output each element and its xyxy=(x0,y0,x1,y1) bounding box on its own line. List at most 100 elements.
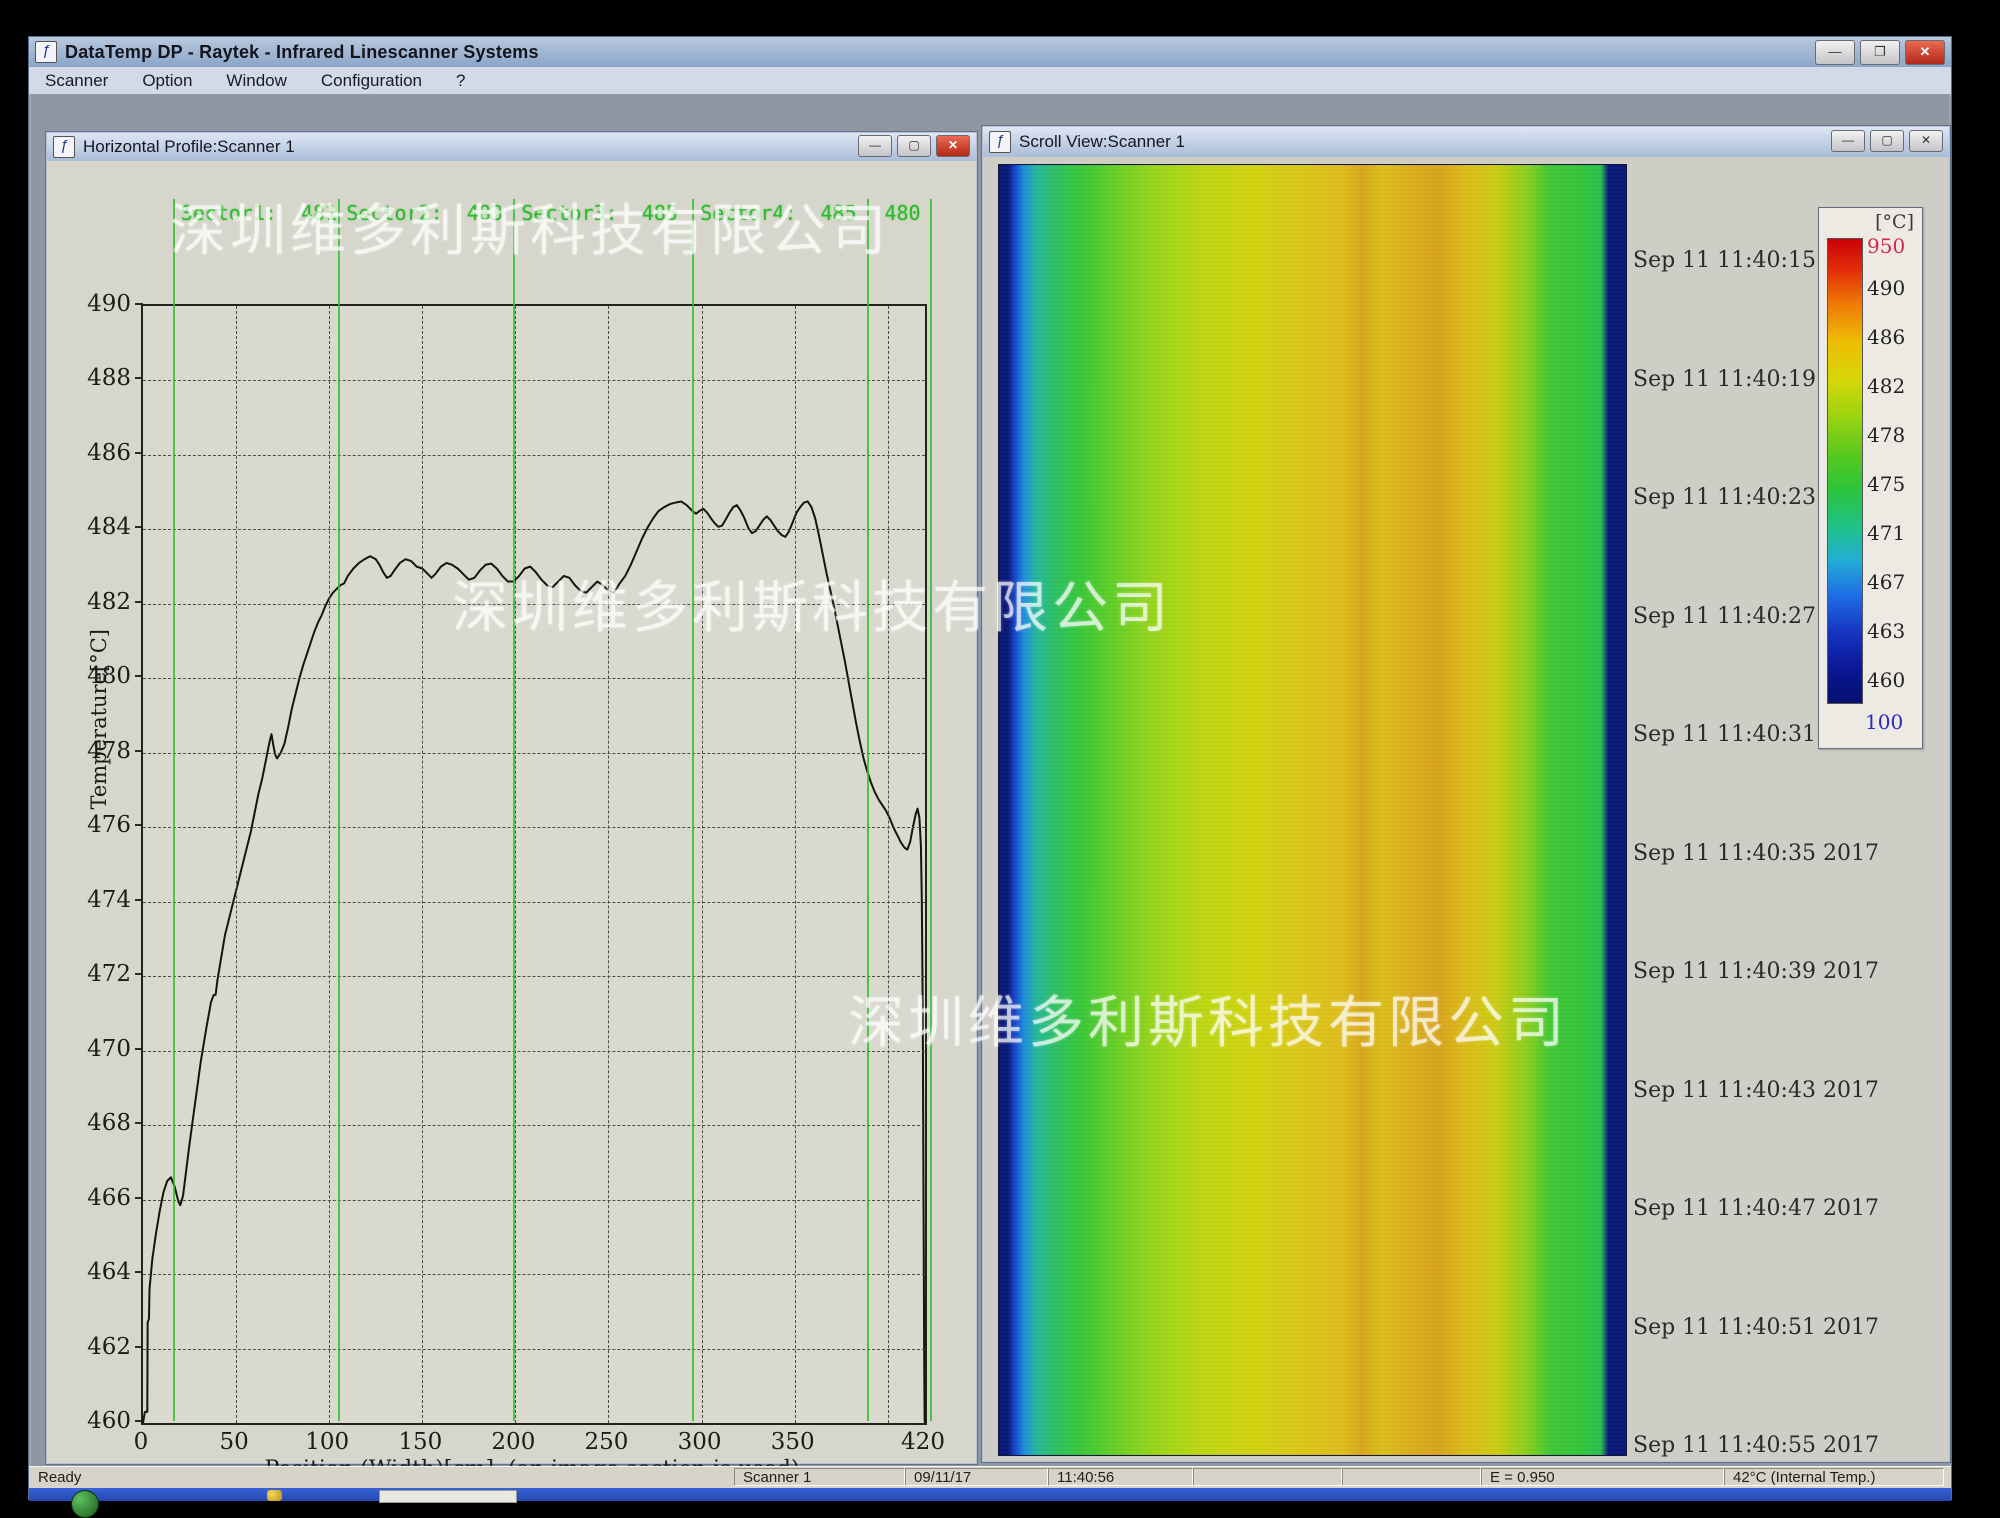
y-tick-label: 466 xyxy=(75,1185,131,1211)
taskbar xyxy=(29,1488,1951,1501)
main-titlebar[interactable]: ƒ DataTemp DP - Raytek - Infrared Linesc… xyxy=(29,37,1951,68)
profile-chart-body: Temperature[°C] 490488486484482480478476… xyxy=(47,161,976,1463)
scale-tick-label: 460 xyxy=(1867,668,1905,692)
minimize-button[interactable]: — xyxy=(858,135,892,157)
color-scale-panel: [°C] 950 490486482478475471467463460 100 xyxy=(1818,207,1923,749)
restore-button[interactable]: ❐ xyxy=(1860,40,1900,65)
horizontal-profile-window: ƒ Horizontal Profile:Scanner 1 — ▢ ✕ Tem… xyxy=(45,131,978,1465)
scale-tick-label: 463 xyxy=(1867,619,1905,643)
menu-item-window[interactable]: Window xyxy=(226,71,286,91)
scroll-titlebar[interactable]: ƒ Scroll View:Scanner 1 — ▢ ✕ xyxy=(983,127,1949,158)
status-empty-2 xyxy=(1342,1468,1481,1486)
menu-item-?[interactable]: ? xyxy=(456,71,465,91)
timestamp-row: Sep 11 11:40:55 2017 xyxy=(1633,1433,1879,1458)
menu-item-scanner[interactable]: Scanner xyxy=(45,71,108,91)
minimize-button[interactable]: — xyxy=(1831,130,1865,152)
scroll-window-icon: ƒ xyxy=(989,131,1011,153)
y-tick-label: 486 xyxy=(75,440,131,466)
sector-label-4: Sector4: 485 xyxy=(700,201,857,225)
close-button[interactable]: ✕ xyxy=(936,135,970,157)
sector-divider-line xyxy=(173,199,175,1421)
timestamp-row: Sep 11 11:40:43 2017 xyxy=(1633,1078,1879,1103)
x-tick-label: 50 xyxy=(219,1429,248,1455)
scale-unit-label: [°C] xyxy=(1875,211,1914,233)
taskbar-item[interactable] xyxy=(379,1490,517,1503)
sector-divider-line xyxy=(867,199,869,1421)
grid-line-horizontal xyxy=(143,455,925,456)
app-icon: ƒ xyxy=(35,41,57,63)
y-tick-label: 468 xyxy=(75,1110,131,1136)
grid-line-vertical xyxy=(515,306,516,1423)
menu-item-option[interactable]: Option xyxy=(142,71,192,91)
sector-label-3: Sector3: 485 xyxy=(521,201,678,225)
grid-line-vertical xyxy=(422,306,423,1423)
grid-line-horizontal xyxy=(143,678,925,679)
grid-line-vertical xyxy=(888,306,889,1423)
status-scanner: Scanner 1 xyxy=(734,1468,905,1486)
scale-tick-label: 482 xyxy=(1867,374,1905,398)
scale-tick-label: 490 xyxy=(1867,276,1905,300)
y-tick-label: 480 xyxy=(75,663,131,689)
grid-line-vertical xyxy=(236,306,237,1423)
grid-line-vertical xyxy=(329,306,330,1423)
y-axis-title: Temperature[°C] xyxy=(87,629,111,810)
grid-line-horizontal xyxy=(143,976,925,977)
scale-tick-label: 478 xyxy=(1867,423,1905,447)
y-tick-label: 482 xyxy=(75,589,131,615)
profile-titlebar[interactable]: ƒ Horizontal Profile:Scanner 1 — ▢ ✕ xyxy=(47,133,976,162)
scale-over-range: 950 xyxy=(1867,234,1905,258)
sector-divider-line xyxy=(513,199,515,1421)
close-button[interactable]: ✕ xyxy=(1909,130,1943,152)
sector-label-2: Sector2: 483 xyxy=(346,201,503,225)
status-empty-1 xyxy=(1193,1468,1342,1486)
minimize-button[interactable]: — xyxy=(1815,40,1855,65)
x-tick-label: 300 xyxy=(678,1429,722,1455)
plot-area-wrap: Sector1: 481Sector2: 483Sector3: 485Sect… xyxy=(141,199,941,1421)
datatemp-main-window: ƒ DataTemp DP - Raytek - Infrared Linesc… xyxy=(28,36,1952,1500)
grid-line-horizontal xyxy=(143,529,925,530)
timestamp-row: Sep 11 11:40:51 2017 xyxy=(1633,1315,1879,1340)
grid-line-vertical xyxy=(608,306,609,1423)
y-tick-label: 460 xyxy=(75,1408,131,1434)
scroll-window-title: Scroll View:Scanner 1 xyxy=(1019,132,1185,152)
profile-window-icon: ƒ xyxy=(53,136,75,158)
maximize-button[interactable]: ▢ xyxy=(1870,130,1904,152)
x-tick-label: 150 xyxy=(398,1429,442,1455)
y-tick-label: 470 xyxy=(75,1036,131,1062)
sector-divider-line xyxy=(692,199,694,1421)
scale-tick-label: 471 xyxy=(1867,521,1905,545)
y-tick-label: 488 xyxy=(75,365,131,391)
menu-item-configuration[interactable]: Configuration xyxy=(321,71,422,91)
grid-line-horizontal xyxy=(143,604,925,605)
grid-line-horizontal xyxy=(143,1349,925,1350)
grid-line-horizontal xyxy=(143,380,925,381)
profile-window-title: Horizontal Profile:Scanner 1 xyxy=(83,137,295,157)
maximize-button[interactable]: ▢ xyxy=(897,135,931,157)
status-internal-temp: 42°C (Internal Temp.) xyxy=(1724,1468,1944,1486)
grid-line-horizontal xyxy=(143,753,925,754)
grid-line-horizontal xyxy=(143,827,925,828)
status-time: 11:40:56 xyxy=(1048,1468,1193,1486)
grid-line-vertical xyxy=(702,306,703,1423)
profile-window-controls: — ▢ ✕ xyxy=(858,135,970,157)
scale-tick-label: 467 xyxy=(1867,570,1905,594)
x-tick-label: 350 xyxy=(771,1429,815,1455)
grid-line-horizontal xyxy=(143,1125,925,1126)
scroll-window-controls: — ▢ ✕ xyxy=(1831,130,1943,152)
y-tick-label: 476 xyxy=(75,812,131,838)
scroll-view-body: Sep 11 11:40:15 201Sep 11 11:40:19 201Se… xyxy=(983,157,1949,1461)
y-tick-label: 462 xyxy=(75,1334,131,1360)
menu-bar: Scanner Option Window Configuration? xyxy=(29,67,1951,95)
y-tick-label: 474 xyxy=(75,887,131,913)
sector-edge-value: 480 xyxy=(884,201,920,225)
x-tick-label: 100 xyxy=(305,1429,349,1455)
y-tick-label: 490 xyxy=(75,291,131,317)
close-button[interactable]: ✕ xyxy=(1905,40,1945,65)
main-window-title: DataTemp DP - Raytek - Infrared Linescan… xyxy=(65,42,539,63)
grid-line-horizontal xyxy=(143,1274,925,1275)
x-tick-label: 0 xyxy=(134,1429,149,1455)
scale-tick-label: 475 xyxy=(1867,472,1905,496)
start-button[interactable] xyxy=(71,1490,99,1518)
profile-plot xyxy=(141,304,927,1425)
taskbar-app-icon[interactable] xyxy=(267,1490,282,1501)
